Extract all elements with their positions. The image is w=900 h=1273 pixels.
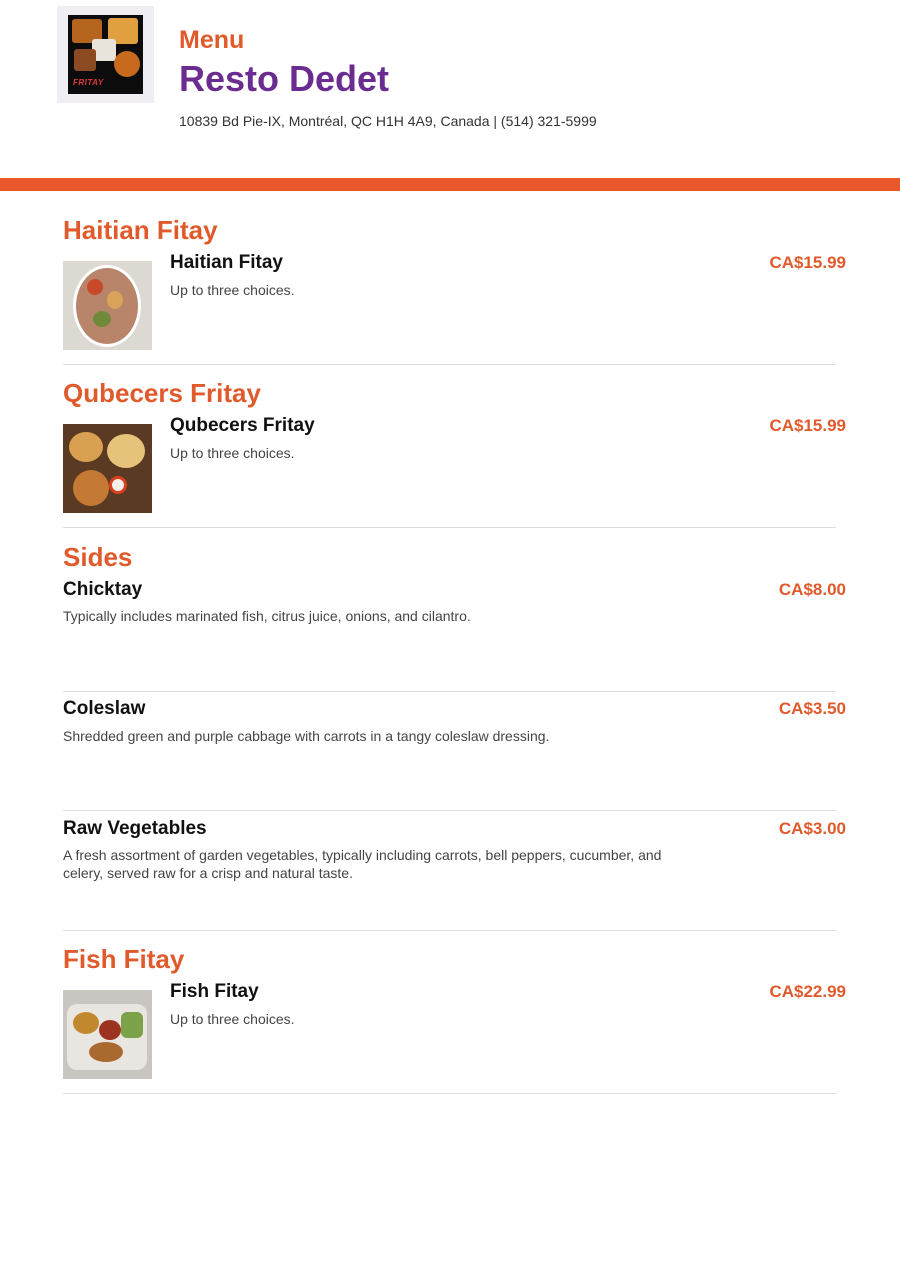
fish-fitay-image: [63, 990, 152, 1079]
section-divider: [63, 930, 836, 931]
section-divider: [63, 527, 836, 528]
item-price-raw-vegetables: CA$3.00: [778, 819, 846, 838]
restaurant-logo: FRITAY: [57, 6, 154, 103]
qubecers-fritay-image: [63, 424, 152, 513]
item-name-fish-fitay: Fish Fitay: [170, 981, 259, 1002]
item-name-qubecers-fritay: Qubecers Fritay: [170, 415, 315, 436]
item-description-chicktay: Typically includes marinated fish, citru…: [63, 608, 471, 624]
item-description-fish-fitay: Up to three choices.: [170, 1011, 295, 1027]
item-price-coleslaw: CA$3.50: [778, 699, 846, 718]
item-description-raw-vegetables: A fresh assortment of garden vegetables,…: [63, 847, 662, 881]
header-accent-bar: [0, 178, 900, 191]
haitian-fitay-image: [63, 261, 152, 350]
logo-text: FRITAY: [73, 78, 104, 87]
section-title-qubecers-fritay: Qubecers Fritay: [63, 378, 261, 408]
item-price-qubecers-fritay: CA$15.99: [769, 416, 846, 435]
menu-header: FRITAY Menu Resto Dedet 10839 Bd Pie-IX,…: [0, 0, 900, 178]
item-name-haitian-fitay: Haitian Fitay: [170, 252, 283, 273]
logo-image: FRITAY: [68, 15, 143, 94]
section-divider: [63, 364, 836, 365]
item-description-coleslaw: Shredded green and purple cabbage with c…: [63, 728, 550, 744]
item-description-haitian-fitay: Up to three choices.: [170, 282, 295, 298]
item-divider: [63, 810, 836, 811]
section-title-haitian-fitay: Haitian Fitay: [63, 215, 218, 245]
section-title-fish-fitay: Fish Fitay: [63, 944, 185, 974]
section-divider: [63, 1093, 836, 1094]
menu-label: Menu: [179, 26, 245, 54]
item-price-fish-fitay: CA$22.99: [769, 982, 846, 1001]
item-name-coleslaw: Coleslaw: [63, 698, 146, 719]
item-name-chicktay: Chicktay: [63, 579, 143, 600]
item-price-chicktay: CA$8.00: [778, 580, 846, 599]
section-title-sides: Sides: [63, 542, 133, 572]
restaurant-address: 10839 Bd Pie-IX, Montréal, QC H1H 4A9, C…: [179, 113, 597, 129]
item-price-haitian-fitay: CA$15.99: [769, 253, 846, 272]
item-name-raw-vegetables: Raw Vegetables: [63, 818, 207, 839]
item-divider: [63, 691, 836, 692]
restaurant-name: Resto Dedet: [179, 58, 390, 99]
item-description-qubecers-fritay: Up to three choices.: [170, 445, 295, 461]
